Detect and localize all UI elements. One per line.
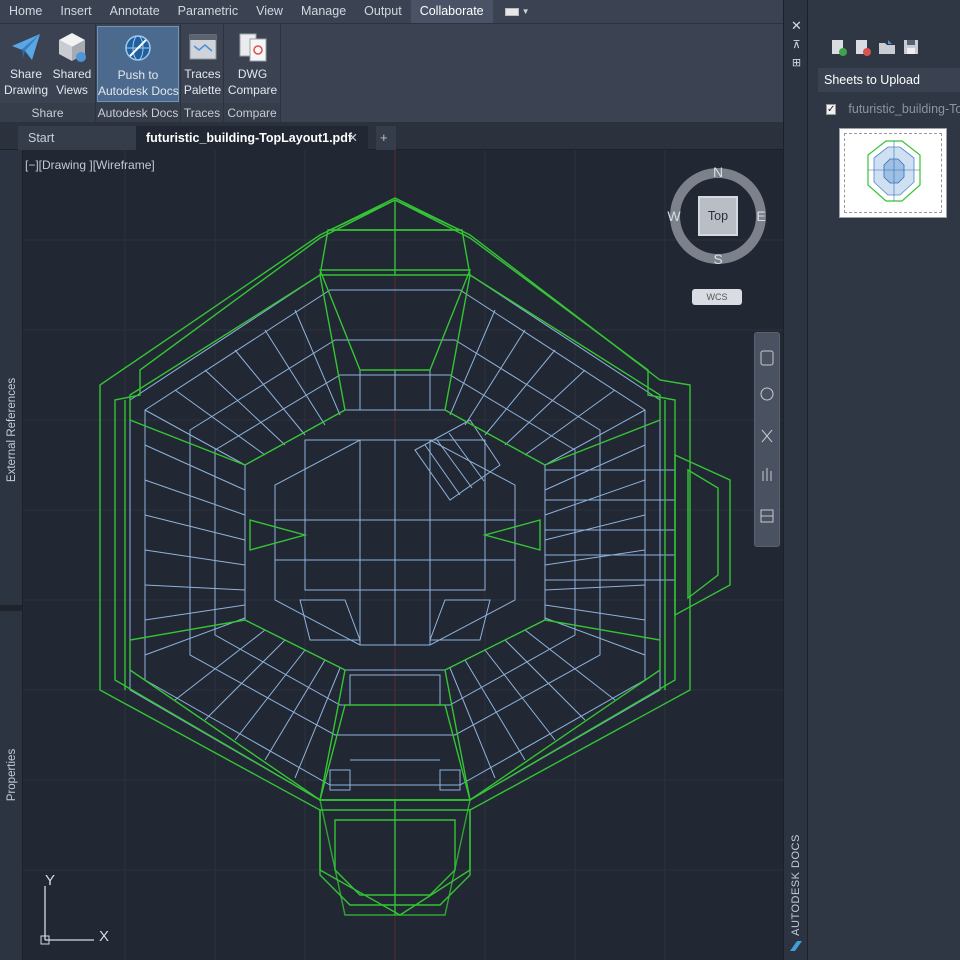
new-tab-button[interactable]: + [376, 126, 396, 150]
traces-label-1: Traces [184, 67, 221, 81]
shared-views-button[interactable]: Shared Views [50, 26, 94, 102]
workspace-dropdown[interactable]: ▼ [504, 7, 530, 16]
share-drawing-label-1: Share [9, 67, 43, 81]
shared-views-label-1: Shared [52, 67, 92, 81]
compass-south[interactable]: S [711, 251, 725, 267]
palette-divider [0, 605, 23, 611]
panel-compare: DWG Compare Compare [224, 24, 281, 123]
tab-start[interactable]: Start [18, 126, 136, 150]
shared-views-label-2: Views [56, 83, 88, 97]
properties-tab[interactable]: Properties [0, 720, 23, 830]
tab-view[interactable]: View [247, 0, 292, 23]
zoom-extents-icon[interactable] [758, 425, 776, 447]
external-references-tab[interactable]: External References [0, 350, 23, 510]
palette-properties-icon[interactable]: ⊞ [784, 56, 809, 69]
drawing-viewport[interactable]: [−][Drawing ][Wireframe] N S E W Top WCS… [23, 150, 783, 960]
compass-west[interactable]: W [667, 208, 681, 224]
steering-wheel-icon[interactable] [758, 347, 776, 369]
viewcube-top-face[interactable]: Top [698, 196, 738, 236]
traces-palette-button[interactable]: Traces Palette [182, 26, 223, 102]
panel-title-compare: Compare [224, 103, 280, 123]
open-folder-icon[interactable] [878, 38, 896, 56]
sheet-list-item[interactable]: ✓ futuristic_building-TopLayout1 [826, 100, 960, 118]
tab-insert[interactable]: Insert [51, 0, 100, 23]
tab-parametric[interactable]: Parametric [169, 0, 247, 23]
menu-bar: Home Insert Annotate Parametric View Man… [0, 0, 783, 23]
close-icon[interactable]: ✕ [348, 126, 358, 150]
panel-autodesk-docs: Push to Autodesk Docs Autodesk Docs [96, 24, 181, 123]
panel-title-share: Share [0, 103, 95, 123]
docs-palette-titlebar: ✕ ⊼ ⊞ AUTODESK DOCS [783, 0, 808, 960]
external-references-label: External References [5, 377, 18, 483]
showmotion-icon[interactable] [758, 505, 776, 527]
cube-share-icon [59, 33, 86, 62]
hand-icon[interactable] [758, 463, 776, 485]
panel-title-traces: Traces [181, 103, 223, 123]
sheet-name: futuristic_building-TopLayout1 [848, 102, 960, 116]
document-tabs: Start futuristic_building-TopLayout1.pdf… [0, 122, 783, 150]
push-to-autodesk-docs-button[interactable]: Push to Autodesk Docs [97, 26, 179, 102]
save-icon[interactable] [902, 38, 920, 56]
autodesk-docs-palette-title: AUTODESK DOCS [786, 830, 806, 940]
sheet-checkbox[interactable]: ✓ [826, 103, 837, 115]
compass-north[interactable]: N [711, 164, 725, 180]
viewport-controls[interactable]: [−][Drawing ][Wireframe] [25, 158, 155, 172]
traces-label-2: Palette [183, 83, 222, 97]
navigation-bar [754, 332, 780, 547]
panel-traces: Traces Palette Traces [181, 24, 224, 123]
close-palette-icon[interactable]: ✕ [784, 18, 809, 34]
thumbnail-preview-icon [867, 140, 921, 202]
autodesk-docs-title-label: AUTODESK DOCS [790, 834, 802, 936]
tab-manage[interactable]: Manage [292, 0, 355, 23]
properties-label: Properties [5, 748, 18, 802]
push-docs-label-1: Push to [117, 68, 159, 82]
building-detail-wireframe [129, 274, 676, 801]
dwg-compare-button[interactable]: DWG Compare [226, 26, 279, 102]
panel-title-autodesk-docs: Autodesk Docs [96, 103, 180, 123]
drawing-canvas [23, 150, 783, 960]
autodesk-docs-palette: Sheets to Upload ✓ futuristic_building-T… [808, 0, 960, 960]
wcs-menu-button[interactable]: WCS [692, 289, 742, 305]
remove-sheet-icon[interactable] [854, 38, 872, 56]
sheets-to-upload-header: Sheets to Upload [818, 68, 960, 92]
tab-home[interactable]: Home [0, 0, 51, 23]
left-palette-strip: External References Properties [0, 150, 23, 960]
globe-push-icon [125, 35, 151, 61]
chevron-down-icon: ▼ [521, 7, 530, 16]
tab-output[interactable]: Output [355, 0, 411, 23]
sheet-thumbnail[interactable] [839, 128, 947, 218]
share-drawing-button[interactable]: Share Drawing [4, 26, 48, 102]
ucs-y-label: Y [45, 872, 56, 889]
building-outline [99, 197, 731, 916]
push-docs-label-2: Autodesk Docs [98, 84, 179, 98]
dwg-compare-label-1: DWG [237, 67, 268, 81]
panel-share: Share Drawing Shared Views Share [0, 24, 96, 123]
docs-toolbar [808, 30, 960, 64]
tab-drawing-file-label: futuristic_building-TopLayout1.pdf [146, 131, 352, 145]
dwg-compare-label-2: Compare [227, 83, 278, 97]
viewcube[interactable]: N S E W Top [667, 164, 768, 268]
pin-icon[interactable]: ⊼ [784, 38, 809, 51]
paper-plane-icon [12, 34, 40, 60]
share-drawing-label-2: Drawing [4, 83, 49, 97]
add-sheet-icon[interactable] [830, 38, 848, 56]
compass-east[interactable]: E [754, 208, 768, 224]
workspace-icon [504, 7, 519, 16]
tab-annotate[interactable]: Annotate [101, 0, 169, 23]
autodesk-logo-icon [790, 941, 802, 951]
dwg-compare-icon [239, 33, 266, 62]
ucs-x-label: X [99, 928, 110, 945]
traces-palette-icon [189, 34, 216, 60]
ribbon: Share Drawing Shared Views Share Push to [0, 23, 783, 123]
pan-icon[interactable] [758, 383, 776, 405]
tab-drawing-file[interactable]: futuristic_building-TopLayout1.pdf ✕ [136, 126, 368, 150]
tab-collaborate[interactable]: Collaborate [410, 0, 493, 23]
